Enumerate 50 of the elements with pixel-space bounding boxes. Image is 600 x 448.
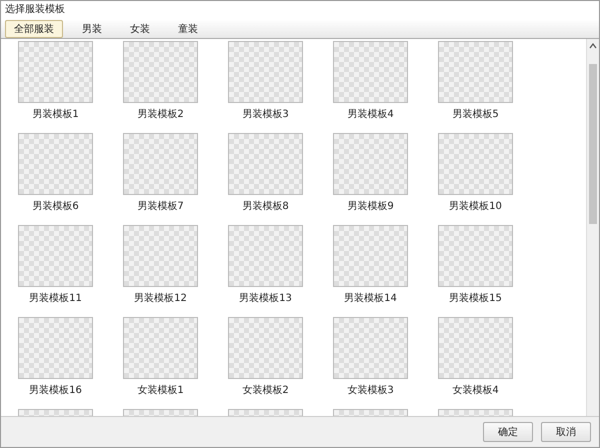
template-label: 男装模板11 (29, 292, 82, 305)
template-label: 男装模板16 (29, 384, 82, 397)
template-item[interactable]: 男装模板5 (423, 41, 528, 133)
dialog-button[interactable]: 确定 (483, 422, 533, 442)
category-tab[interactable]: 童装 (169, 20, 207, 38)
template-item[interactable]: 男装模板12 (108, 225, 213, 317)
category-tab[interactable]: 女装 (121, 20, 159, 38)
template-item[interactable]: 男装模板10 (423, 133, 528, 225)
template-label: 男装模板10 (449, 200, 502, 213)
scrollbar[interactable] (586, 39, 599, 416)
template-label: 男装模板12 (134, 292, 187, 305)
template-label: 男装模板3 (242, 108, 289, 121)
template-label: 男装模板15 (449, 292, 502, 305)
template-item[interactable]: 男装模板16 (3, 317, 108, 409)
template-item[interactable]: 男装模板8 (213, 133, 318, 225)
dialog-button[interactable]: 取消 (541, 422, 591, 442)
template-label: 男装模板13 (239, 292, 292, 305)
template-label: 男装模板4 (347, 108, 394, 121)
template-item[interactable]: 男装模板2 (108, 41, 213, 133)
template-label: 男装模板6 (32, 200, 79, 213)
template-item[interactable]: 男装模板14 (318, 225, 423, 317)
window-title: 选择服装模板 (4, 2, 66, 17)
template-label: 女装模板2 (242, 384, 289, 397)
template-label: 男装模板14 (344, 292, 397, 305)
template-label: 女装模板3 (347, 384, 394, 397)
category-tab[interactable]: 全部服装 (5, 20, 63, 38)
template-item[interactable]: 男装模板11 (3, 225, 108, 317)
template-item[interactable]: 女装模板3 (318, 317, 423, 409)
template-label: 男装模板2 (137, 108, 184, 121)
template-item[interactable]: 女装模板2 (213, 317, 318, 409)
template-item[interactable]: 男装模板1 (3, 41, 108, 133)
scroll-up-icon[interactable] (589, 42, 597, 50)
template-item[interactable]: 男装模板13 (213, 225, 318, 317)
template-label: 女装模板4 (452, 384, 499, 397)
template-item[interactable]: 男装模板9 (318, 133, 423, 225)
template-label: 女装模板1 (137, 384, 184, 397)
template-label: 男装模板7 (137, 200, 184, 213)
template-label: 男装模板8 (242, 200, 289, 213)
template-label: 男装模板1 (32, 108, 79, 121)
template-label: 男装模板5 (452, 108, 499, 121)
template-item[interactable]: 男装模板3 (213, 41, 318, 133)
category-tab[interactable]: 男装 (73, 20, 111, 38)
template-label: 男装模板9 (347, 200, 394, 213)
template-item[interactable]: 男装模板6 (3, 133, 108, 225)
scrollbar-thumb[interactable] (589, 64, 597, 224)
template-item[interactable]: 女装模板1 (108, 317, 213, 409)
template-item[interactable]: 男装模板15 (423, 225, 528, 317)
template-item[interactable]: 男装模板4 (318, 41, 423, 133)
template-item[interactable]: 男装模板7 (108, 133, 213, 225)
template-item[interactable]: 女装模板4 (423, 317, 528, 409)
